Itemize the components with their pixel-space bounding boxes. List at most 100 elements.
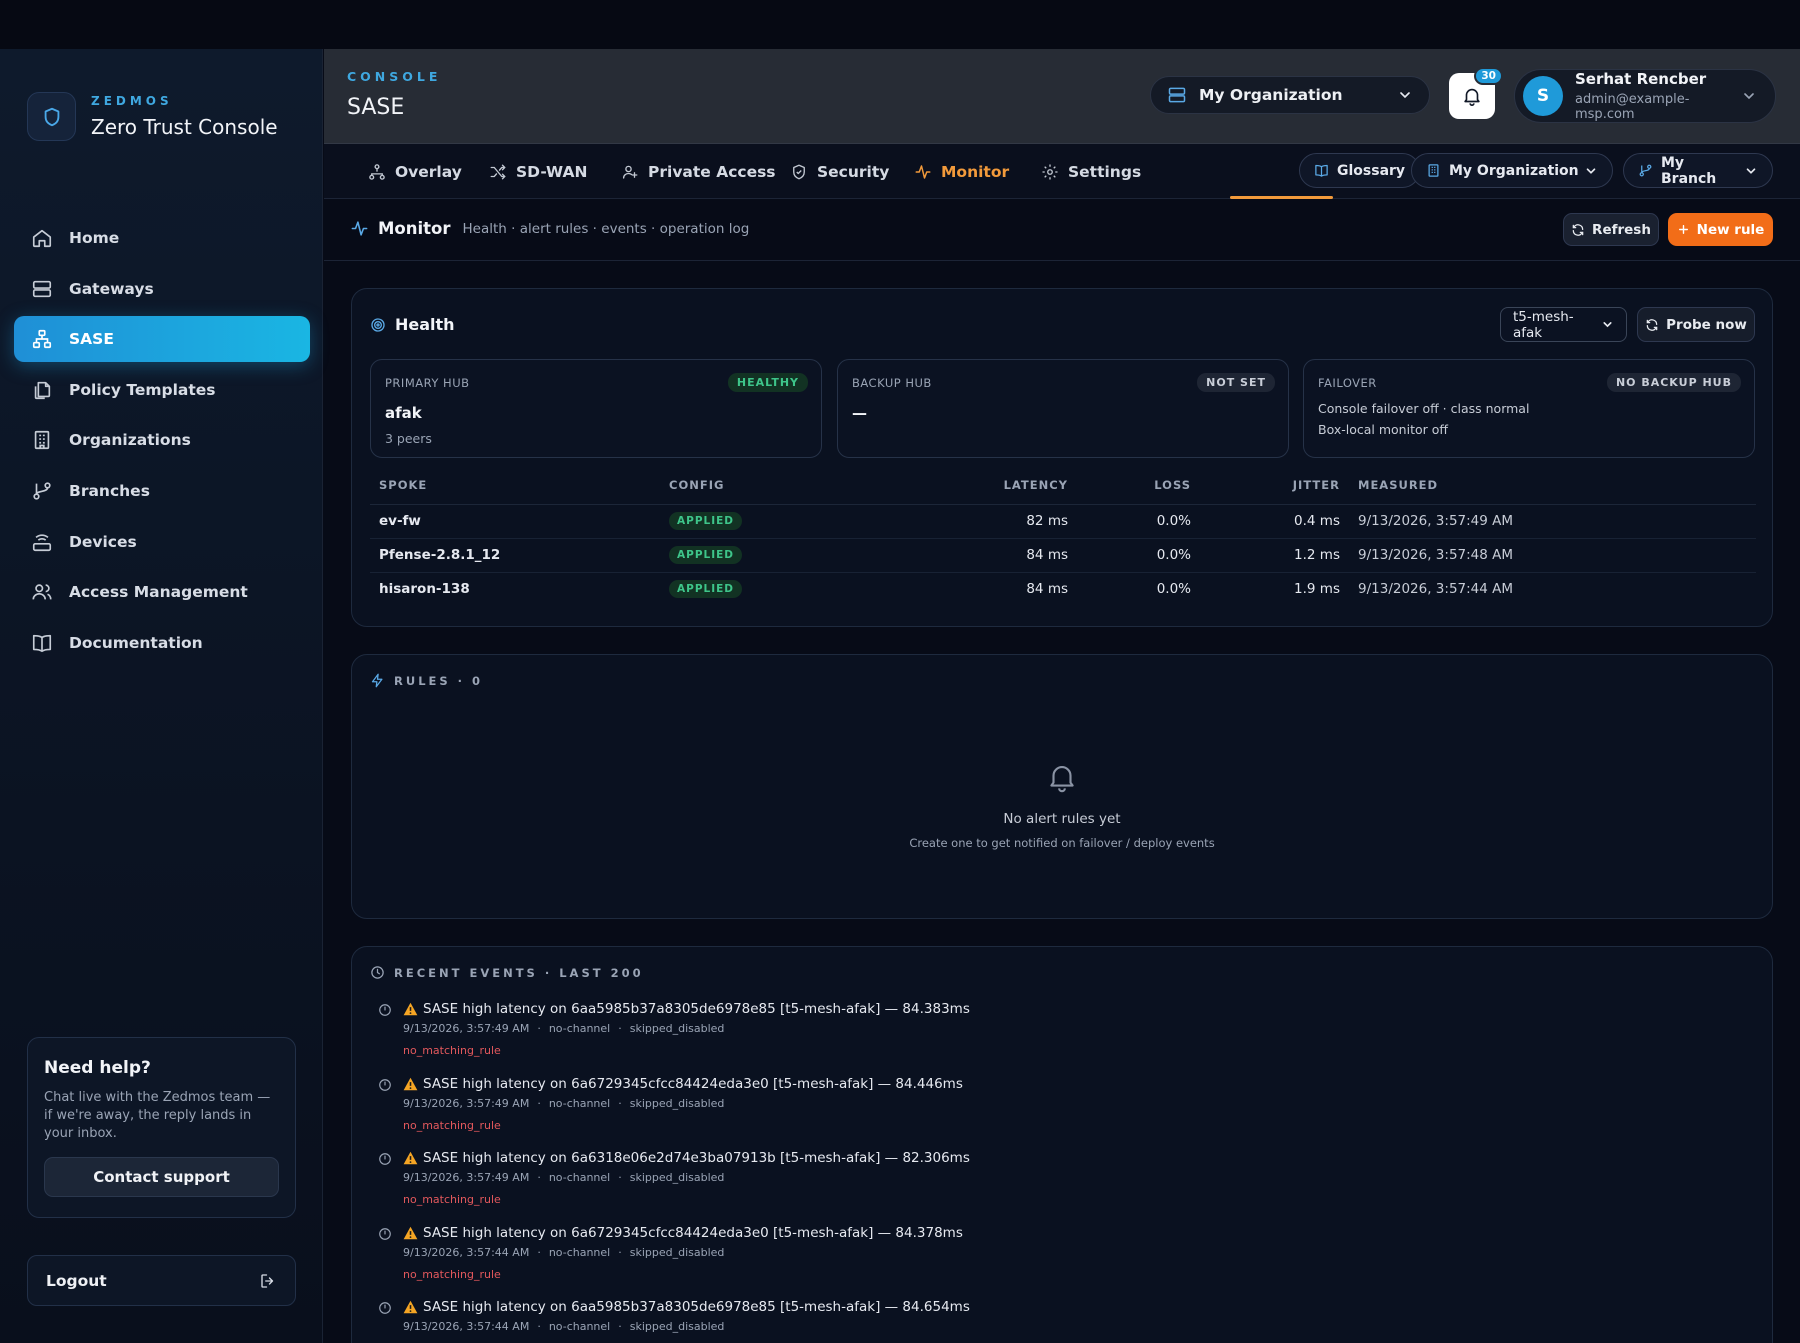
backup-hub-card: BACKUP HUB NOT SET — [837, 359, 1289, 458]
mesh-select-value: t5-mesh-afak [1513, 308, 1574, 341]
refresh-icon [1646, 318, 1658, 331]
column-header: LATENCY [869, 478, 1068, 505]
warning-icon [403, 1077, 418, 1090]
probe-now-label: Probe now [1666, 316, 1747, 333]
user-plus-icon [622, 165, 638, 179]
event-text: SASE high latency on 6a6729345cfcc84424e… [423, 1224, 963, 1241]
logout-button[interactable]: Logout [27, 1255, 296, 1306]
event-reason: no_matching_rule [403, 1044, 501, 1057]
refresh-button[interactable]: Refresh [1563, 213, 1659, 246]
list-item[interactable]: SASE high latency on 6a6318e06e2d74e3ba0… [378, 1150, 1748, 1225]
primary-hub-card: PRIMARY HUB HEALTHY afak 3 peers [370, 359, 822, 458]
activity-icon [915, 164, 931, 179]
rules-title-text: RULES · 0 [394, 673, 484, 688]
window-top-strip [0, 0, 1800, 49]
probe-now-button[interactable]: Probe now [1637, 307, 1755, 342]
organization-select-value: My Organization [1199, 86, 1343, 104]
loss-cell: 0.0% [1068, 538, 1191, 573]
event-time: 9/13/2026, 3:57:49 AM [403, 1096, 530, 1110]
notifications-button[interactable]: 30 [1449, 67, 1503, 119]
table-row[interactable]: Pfense-2.8.1_12 APPLIED 84 ms 0.0% 1.2 m… [370, 538, 1756, 573]
event-status: skipped_disabled [629, 1320, 725, 1333]
tab-label: Monitor [941, 162, 1010, 181]
sidebar-nav: Home Gateways SASE Policy Templates Orga… [14, 215, 310, 670]
chevron-down-icon [1586, 167, 1596, 174]
event-time: 9/13/2026, 3:57:44 AM [403, 1245, 530, 1259]
server-icon [1168, 87, 1186, 103]
health-card: Health t5-mesh-afak Probe now PRIMARY HU… [351, 288, 1773, 627]
clock-icon [371, 966, 384, 979]
glossary-button[interactable]: Glossary [1299, 153, 1421, 188]
chevron-down-icon [1744, 93, 1754, 100]
column-header: MEASURED [1340, 478, 1756, 505]
notification-count-badge: 30 [1474, 67, 1503, 85]
section-title: Monitor Health · alert rules · events · … [350, 219, 749, 238]
tab-private-access[interactable]: Private Access [621, 144, 776, 199]
organization-scope-select[interactable]: My Organization [1411, 153, 1613, 188]
event-status: skipped_disabled [629, 1096, 725, 1110]
page-header: CONSOLE SASE My Organization 30 S Serhat… [324, 49, 1800, 144]
loss-cell: 0.0% [1068, 504, 1191, 539]
health-title: Health [370, 315, 455, 334]
event-time: 9/13/2026, 3:57:49 AM [403, 1022, 530, 1035]
refresh-icon [1572, 223, 1584, 236]
list-item[interactable]: SASE high latency on 6aa5985b37a8305de69… [378, 1001, 1748, 1076]
sidebar-item-policy-templates[interactable]: Policy Templates [14, 367, 310, 413]
event-channel: no-channel [548, 1022, 611, 1035]
event-channel: no-channel [548, 1171, 611, 1184]
table-row[interactable]: ev-fw APPLIED 82 ms 0.0% 0.4 ms 9/13/202… [370, 504, 1756, 539]
list-item[interactable]: SASE high latency on 6a6729345cfcc84424e… [378, 1225, 1748, 1300]
list-item[interactable]: SASE high latency on 6a6729345cfcc84424e… [378, 1076, 1748, 1151]
health-title-text: Health [395, 315, 455, 334]
status-badge: APPLIED [669, 580, 743, 599]
clock-icon [379, 1227, 391, 1240]
section-title-text: Monitor [378, 219, 451, 238]
book-open-icon [1315, 164, 1328, 177]
primary-hub-value: afak [385, 404, 422, 422]
sidebar-item-access-management[interactable]: Access Management [14, 569, 310, 615]
tab-security[interactable]: Security [790, 144, 889, 199]
tab-sd-wan[interactable]: SD-WAN [489, 144, 587, 199]
user-menu[interactable]: S Serhat Rencber admin@example-msp.com [1514, 69, 1776, 123]
new-rule-button[interactable]: New rule [1668, 213, 1773, 246]
help-body: Chat live with the Zedmos team — if we'r… [44, 1090, 271, 1141]
logout-label: Logout [46, 1271, 107, 1290]
sidebar-item-documentation[interactable]: Documentation [14, 620, 310, 666]
event-reason: no_matching_rule [403, 1267, 501, 1281]
branch-scope-value: My Branch [1661, 154, 1717, 187]
users-icon [32, 584, 52, 600]
tab-overlay[interactable]: Overlay [368, 144, 462, 199]
list-item[interactable]: SASE high latency on 6aa5985b37a8305de69… [378, 1299, 1748, 1343]
bell-icon [1050, 766, 1074, 793]
event-text: SASE high latency on 6aa5985b37a8305de69… [423, 1299, 970, 1315]
brand: ZEDMOS Zero Trust Console [27, 92, 278, 141]
spoke-name: ev-fw [370, 504, 669, 539]
organization-select[interactable]: My Organization [1150, 76, 1430, 114]
event-channel: no-channel [548, 1320, 611, 1333]
measured-cell: 9/13/2026, 3:57:49 AM [1340, 504, 1756, 539]
branch-scope-select[interactable]: My Branch [1623, 153, 1773, 188]
sidebar-item-home[interactable]: Home [14, 215, 310, 261]
measured-cell: 9/13/2026, 3:57:48 AM [1340, 538, 1756, 573]
table-row[interactable]: hisaron-138 APPLIED 84 ms 0.0% 1.9 ms 9/… [370, 572, 1756, 606]
failover-card: FAILOVER NO BACKUP HUB Console failover … [1303, 359, 1755, 458]
tab-settings[interactable]: Settings [1041, 144, 1141, 199]
event-text: SASE high latency on 6a6318e06e2d74e3ba0… [423, 1150, 970, 1166]
sidebar-item-sase[interactable]: SASE [14, 316, 310, 363]
status-badge: NO BACKUP HUB [1606, 373, 1741, 392]
sidebar-item-label: Access Management [69, 583, 248, 602]
tab-monitor[interactable]: Monitor [914, 144, 1009, 199]
router-icon [32, 533, 52, 551]
warning-icon [403, 1151, 418, 1165]
sidebar-item-devices[interactable]: Devices [14, 519, 310, 565]
sidebar-item-gateways[interactable]: Gateways [14, 266, 310, 312]
zap-icon [371, 673, 383, 688]
sidebar-item-label: Policy Templates [69, 380, 216, 399]
mesh-select[interactable]: t5-mesh-afak [1500, 307, 1627, 342]
event-status: skipped_disabled [629, 1245, 725, 1259]
contact-support-button[interactable]: Contact support [44, 1157, 279, 1197]
copy-icon [34, 381, 51, 399]
sidebar-item-organizations[interactable]: Organizations [14, 417, 310, 463]
tab-label: SD-WAN [516, 162, 588, 181]
sidebar-item-branches[interactable]: Branches [14, 468, 310, 514]
